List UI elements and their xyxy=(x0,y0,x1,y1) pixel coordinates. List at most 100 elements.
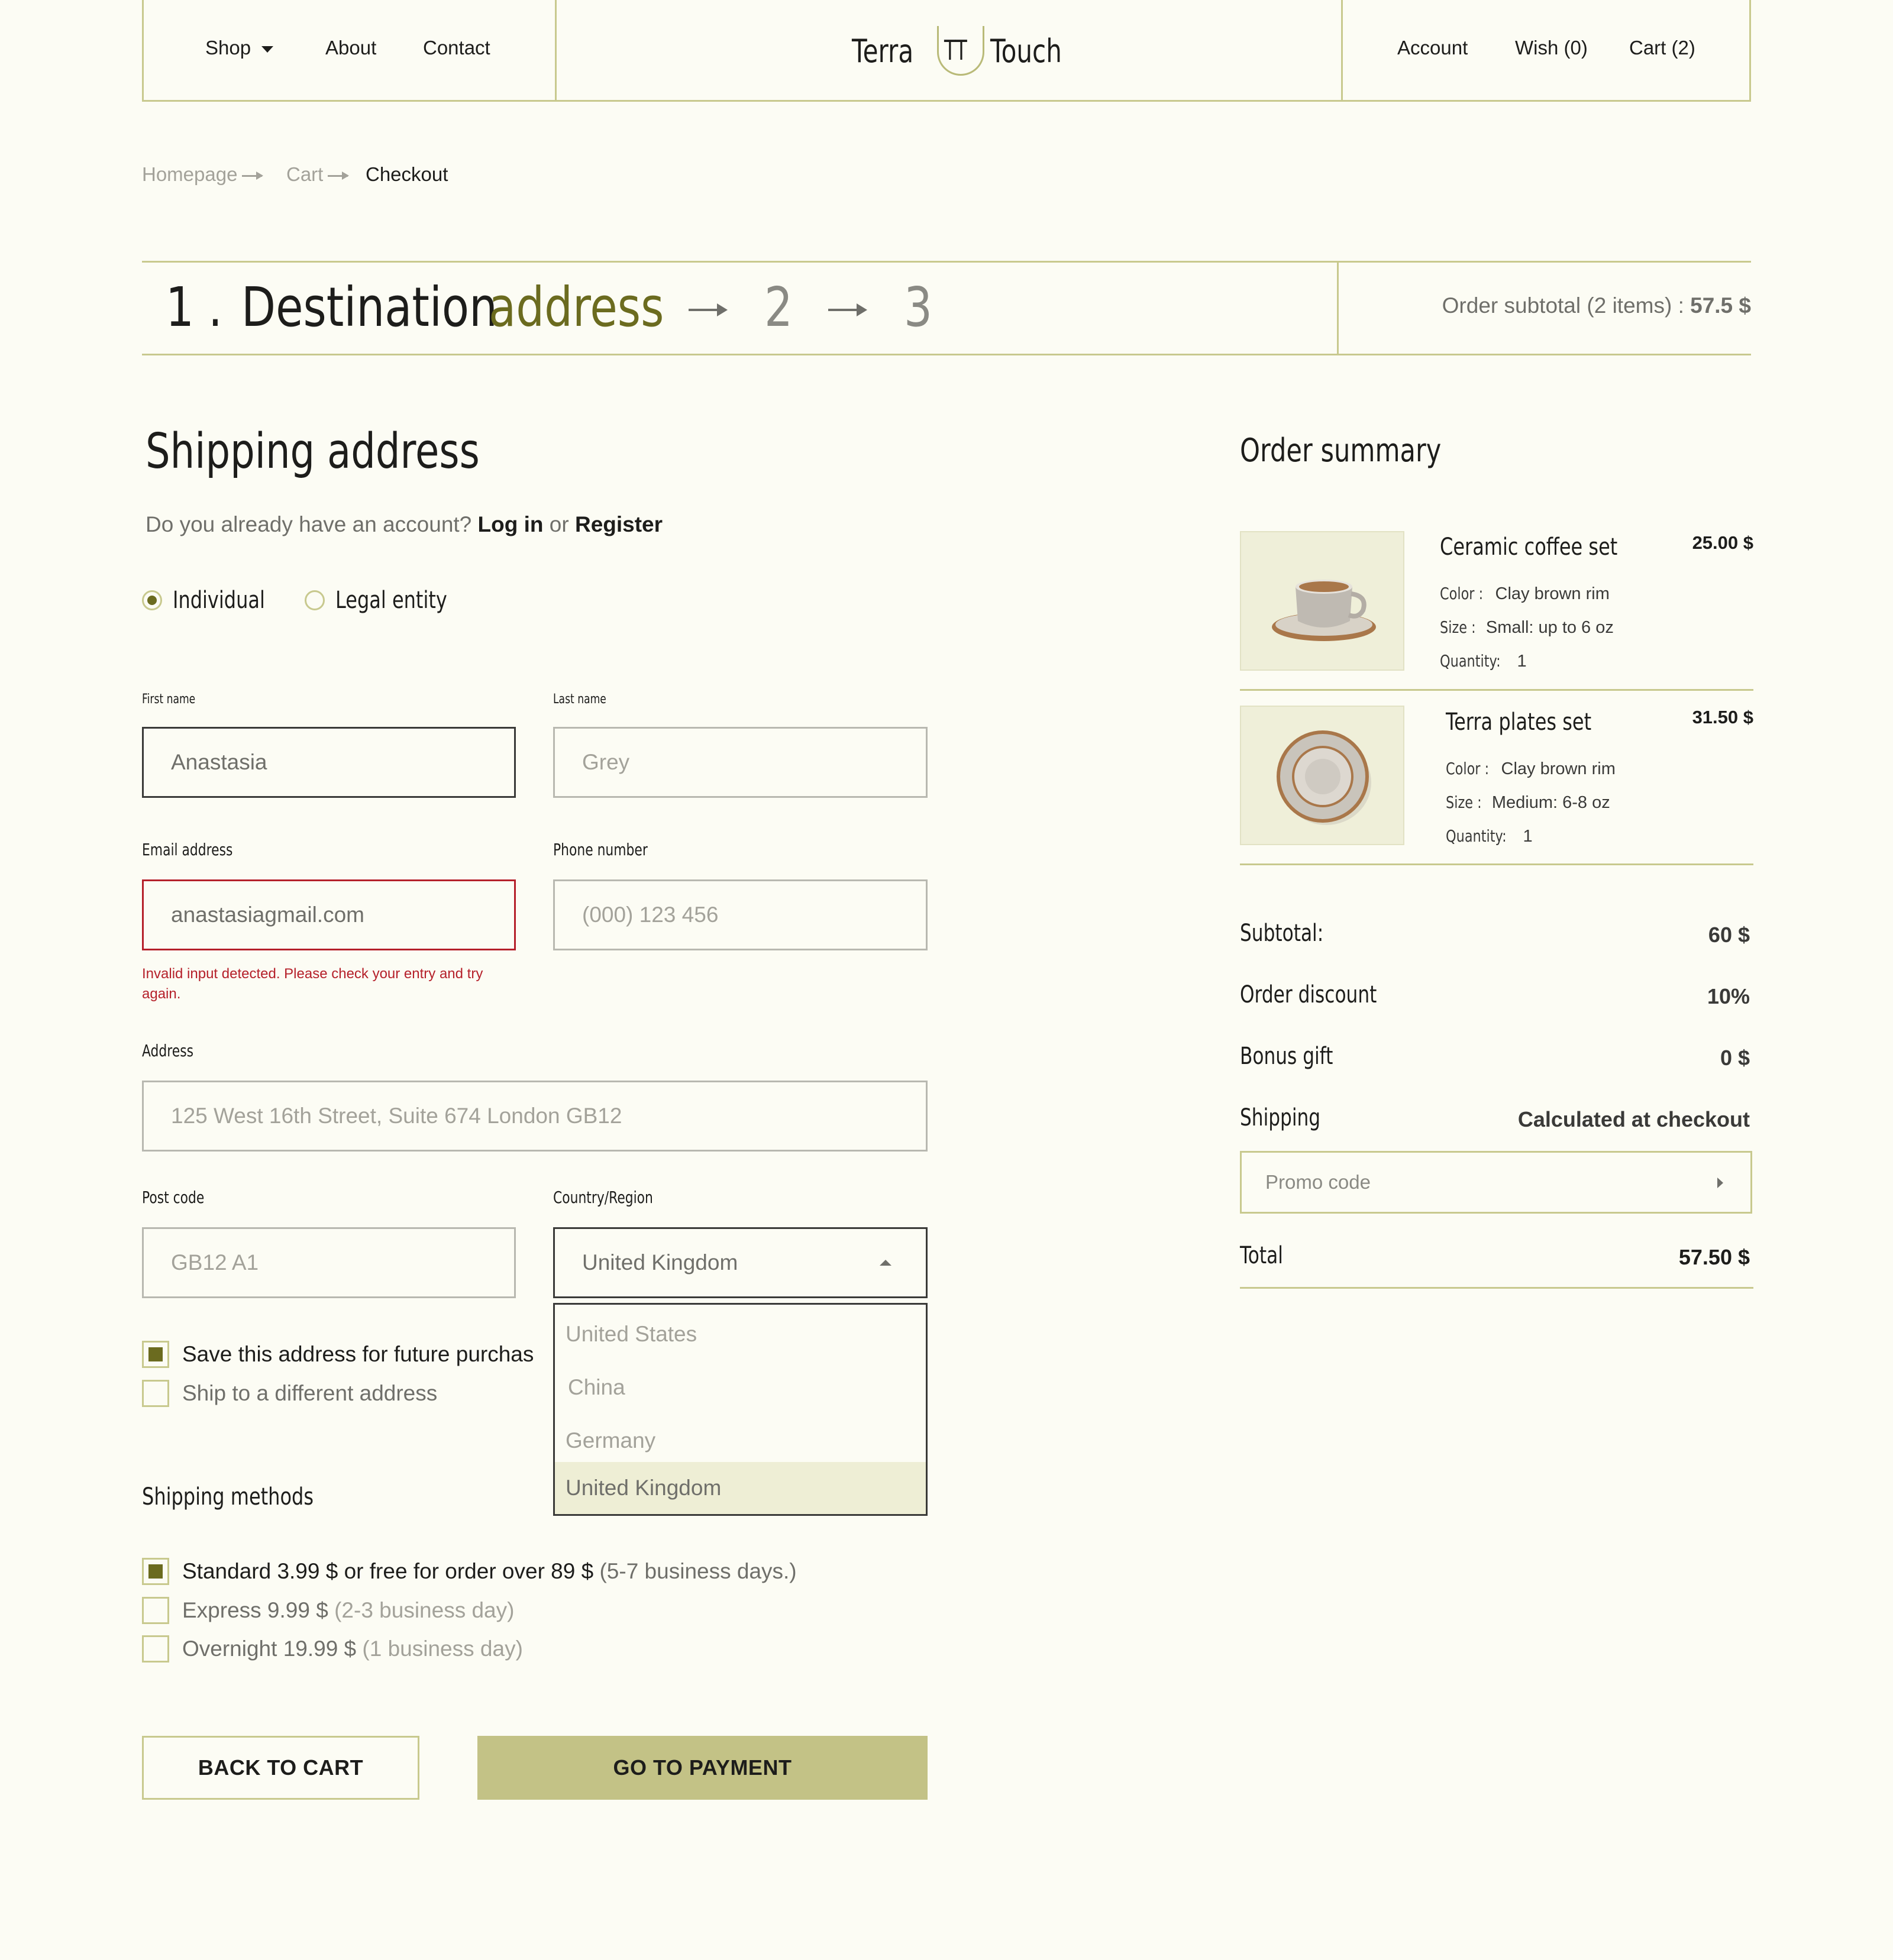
arrow-right-icon xyxy=(689,303,728,316)
item-quantity-value: 1 xyxy=(1517,652,1527,671)
country-option[interactable]: United States xyxy=(555,1308,926,1360)
item-quantity: Quantity: 1 xyxy=(1440,651,1527,671)
nav-account[interactable]: Account xyxy=(1397,37,1468,59)
last-name-field[interactable]: Grey xyxy=(553,727,928,798)
radio-legal-entity-label: Legal entity xyxy=(335,587,447,614)
coffee-cup-icon xyxy=(1272,580,1376,641)
breadcrumb-homepage-label: Homepage xyxy=(142,163,238,185)
logo-mark-icon: TT xyxy=(936,26,984,76)
ship-different-checkbox[interactable]: Ship to a different address xyxy=(142,1380,437,1407)
country-option-selected[interactable]: United Kingdom xyxy=(555,1462,926,1514)
item-quantity-label: Quantity: xyxy=(1440,651,1501,671)
first-name-field[interactable]: Anastasia xyxy=(142,727,516,798)
shipping-value: Calculated at checkout xyxy=(1517,1107,1750,1131)
postcode-field[interactable]: GB12 A1 xyxy=(142,1227,516,1298)
header-divider xyxy=(1341,0,1343,100)
register-link[interactable]: Register xyxy=(575,512,663,536)
postcode-label: Post code xyxy=(142,1188,205,1207)
nav-shop-label: Shop xyxy=(205,37,251,59)
breadcrumb-cart[interactable]: Cart xyxy=(286,163,350,186)
nav-shop[interactable]: Shop xyxy=(205,37,274,59)
coffee-set-image[interactable] xyxy=(1240,531,1404,671)
country-option[interactable]: Germany xyxy=(555,1415,926,1467)
shipping-express-checkbox[interactable]: Express 9.99 $ (2-3 business day) xyxy=(142,1597,514,1624)
promo-code-input[interactable]: Promo code xyxy=(1240,1151,1752,1214)
breadcrumb-homepage[interactable]: Homepage xyxy=(142,163,264,186)
item-quantity-label: Quantity: xyxy=(1446,826,1507,846)
logo-word-terra: Terra xyxy=(852,32,914,70)
country-option[interactable]: China xyxy=(555,1361,926,1414)
subtotal-value: 60 $ xyxy=(1708,923,1750,947)
summary-divider xyxy=(1240,863,1753,865)
item-name: Terra plates set xyxy=(1446,709,1592,736)
chevron-up-icon xyxy=(880,1260,891,1266)
shipping-overnight-detail: (1 business day) xyxy=(362,1636,523,1661)
ship-different-label: Ship to a different address xyxy=(182,1381,438,1405)
last-name-label: Last name xyxy=(553,692,606,707)
breadcrumb-cart-label: Cart xyxy=(286,163,324,185)
item-price: 25.00 $ xyxy=(1692,532,1753,553)
email-field[interactable]: anastasiagmail.com xyxy=(142,879,516,950)
summary-divider xyxy=(1240,1287,1753,1289)
item-size-value: Small: up to 6 oz xyxy=(1485,618,1614,637)
login-link[interactable]: Log in xyxy=(478,512,544,536)
country-select[interactable]: United Kingdom xyxy=(553,1227,928,1298)
country-select-value: United Kingdom xyxy=(582,1250,738,1275)
total-label: Total xyxy=(1240,1242,1283,1269)
logo[interactable]: Terra TT Touch xyxy=(852,26,1082,76)
item-color-label: Color : xyxy=(1446,759,1490,778)
radio-selected-icon xyxy=(142,590,162,610)
nav-contact[interactable]: Contact xyxy=(423,37,490,59)
save-address-checkbox[interactable]: Save this address for future purchas xyxy=(142,1341,534,1368)
arrow-right-icon xyxy=(242,171,264,180)
breadcrumb-checkout: Checkout xyxy=(366,163,448,185)
radio-individual[interactable]: Individual xyxy=(142,587,288,614)
chevron-down-icon xyxy=(261,46,274,53)
item-color-value: Clay brown rim xyxy=(1501,759,1616,778)
step-2[interactable]: 2 xyxy=(764,276,793,339)
item-color-value: Clay brown rim xyxy=(1495,584,1610,603)
shipping-express-name: Express 9.99 $ xyxy=(182,1598,328,1622)
go-to-payment-button[interactable]: GO TO PAYMENT xyxy=(477,1736,928,1800)
back-to-cart-button[interactable]: BACK TO CART xyxy=(142,1736,419,1800)
bonus-gift-value: 0 $ xyxy=(1720,1046,1750,1070)
nav-wishlist[interactable]: Wish (0) xyxy=(1515,37,1588,59)
order-subtotal-label: Order subtotal (2 items) : xyxy=(1442,293,1684,318)
shipping-standard-detail: (5-7 business days.) xyxy=(599,1559,797,1583)
nav-about[interactable]: About xyxy=(325,37,376,59)
address-field[interactable]: 125 West 16th Street, Suite 674 London G… xyxy=(142,1081,928,1152)
first-name-label: First name xyxy=(142,692,196,707)
item-size-label: Size : xyxy=(1440,617,1476,637)
item-size: Size : Medium: 6-8 oz xyxy=(1446,793,1610,813)
total-value: 57.50 $ xyxy=(1678,1245,1750,1269)
item-quantity-value: 1 xyxy=(1523,827,1533,846)
shipping-methods-title: Shipping methods xyxy=(142,1483,314,1511)
arrow-right-icon xyxy=(328,171,350,180)
phone-field[interactable]: (000) 123 456 xyxy=(553,879,928,950)
discount-label: Order discount xyxy=(1240,981,1377,1008)
item-color-label: Color : xyxy=(1440,584,1484,603)
item-size-label: Size : xyxy=(1446,793,1482,812)
country-label: Country/Region xyxy=(553,1188,653,1207)
nav-cart[interactable]: Cart (2) xyxy=(1629,37,1695,59)
bonus-gift-label: Bonus gift xyxy=(1240,1043,1333,1070)
arrow-right-icon xyxy=(828,303,867,316)
shipping-express-detail: (2-3 business day) xyxy=(334,1598,515,1622)
shipping-address-title: Shipping address xyxy=(146,423,480,480)
item-size-value: Medium: 6-8 oz xyxy=(1491,793,1610,812)
email-error-message: Invalid input detected. Please check you… xyxy=(142,966,483,1002)
shipping-standard-checkbox[interactable]: Standard 3.99 $ or free for order over 8… xyxy=(142,1558,797,1585)
checkbox-checked-icon xyxy=(142,1558,169,1585)
discount-value: 10% xyxy=(1707,984,1750,1008)
step-3[interactable]: 3 xyxy=(904,276,932,339)
account-question: Do you already have an account? xyxy=(146,512,472,536)
checkbox-empty-icon xyxy=(142,1635,169,1663)
radio-legal-entity[interactable]: Legal entity xyxy=(305,587,475,614)
email-label: Email address xyxy=(142,840,233,859)
chevron-right-icon[interactable] xyxy=(1717,1178,1723,1188)
order-subtotal-top: Order subtotal (2 items) : 57.5 $ xyxy=(1442,293,1751,318)
item-price: 31.50 $ xyxy=(1692,707,1753,727)
shipping-overnight-name: Overnight 19.99 $ xyxy=(182,1636,357,1661)
shipping-overnight-checkbox[interactable]: Overnight 19.99 $ (1 business day) xyxy=(142,1635,523,1663)
plates-set-image[interactable] xyxy=(1240,706,1404,845)
